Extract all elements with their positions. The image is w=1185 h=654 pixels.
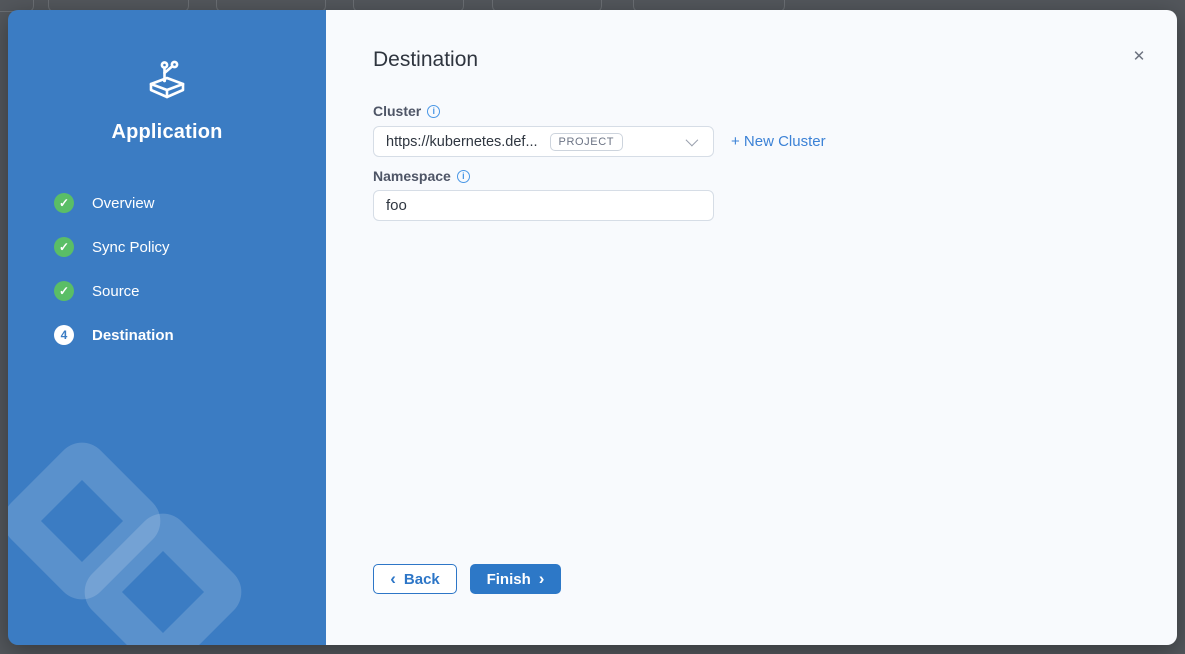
wizard-title: Application	[8, 121, 326, 144]
step-label: Destination	[92, 327, 174, 344]
wizard-sidebar: Application ✓ Overview ✓ Sync Policy ✓ S…	[8, 10, 326, 645]
project-badge: PROJECT	[550, 133, 624, 151]
cluster-field-label: Cluster i	[373, 103, 1177, 119]
step-source[interactable]: ✓ Source	[54, 281, 326, 301]
panel-heading: Destination	[373, 48, 1177, 72]
step-done-check-icon: ✓	[54, 193, 74, 213]
cluster-row: https://kubernetes.def... PROJECT + New …	[373, 126, 1177, 157]
info-icon[interactable]: i	[457, 170, 470, 183]
back-button[interactable]: ‹ Back	[373, 564, 457, 594]
info-icon[interactable]: i	[427, 105, 440, 118]
chevron-down-icon	[686, 134, 699, 147]
close-icon[interactable]: ✕	[1130, 48, 1148, 66]
cluster-select[interactable]: https://kubernetes.def... PROJECT	[373, 126, 714, 157]
step-label: Sync Policy	[92, 239, 170, 256]
wizard-steps: ✓ Overview ✓ Sync Policy ✓ Source 4 Dest…	[8, 193, 326, 345]
namespace-field-label: Namespace i	[373, 168, 1177, 184]
cluster-selected-value: https://kubernetes.def...	[386, 134, 538, 150]
step-done-check-icon: ✓	[54, 281, 74, 301]
step-overview[interactable]: ✓ Overview	[54, 193, 326, 213]
namespace-label-text: Namespace	[373, 168, 451, 184]
application-wizard-modal: Application ✓ Overview ✓ Sync Policy ✓ S…	[8, 10, 1177, 645]
finish-button-label: Finish	[487, 571, 531, 588]
step-destination[interactable]: 4 Destination	[54, 325, 326, 345]
new-cluster-link[interactable]: + New Cluster	[731, 133, 826, 150]
step-done-check-icon: ✓	[54, 237, 74, 257]
chevron-left-icon: ‹	[390, 570, 396, 587]
wizard-footer: ‹ Back Finish ›	[373, 564, 561, 594]
step-number-badge: 4	[54, 325, 74, 345]
finish-button[interactable]: Finish ›	[470, 564, 561, 594]
cluster-label-text: Cluster	[373, 103, 421, 119]
step-sync-policy[interactable]: ✓ Sync Policy	[54, 237, 326, 257]
back-button-label: Back	[404, 571, 440, 588]
step-label: Source	[92, 283, 140, 300]
namespace-input[interactable]	[373, 190, 714, 221]
application-box-icon	[144, 57, 190, 103]
chevron-right-icon: ›	[539, 570, 545, 587]
step-label: Overview	[92, 195, 155, 212]
destination-panel: ✕ Destination Cluster i https://kubernet…	[326, 10, 1177, 645]
